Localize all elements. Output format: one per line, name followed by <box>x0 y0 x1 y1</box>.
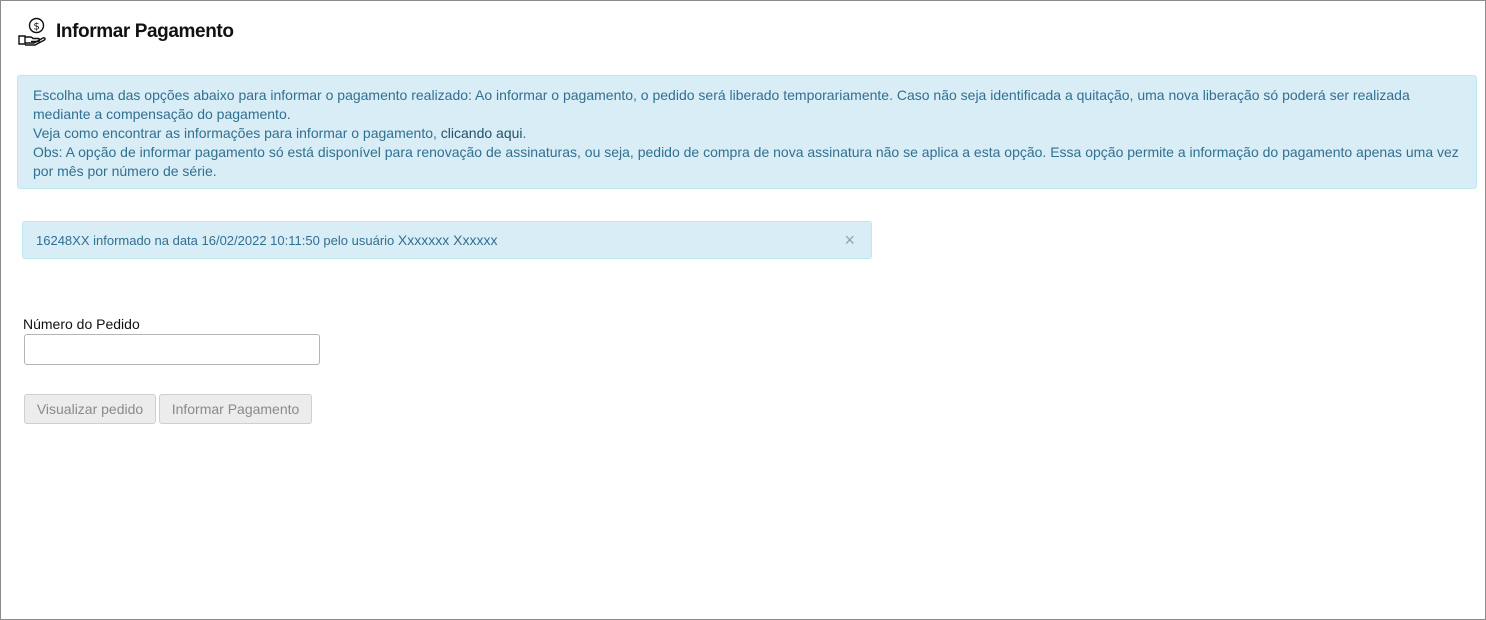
view-order-button[interactable]: Visualizar pedido <box>24 394 156 424</box>
info-text-help: Veja como encontrar as informações para … <box>33 124 1461 143</box>
svg-text:$: $ <box>33 22 39 33</box>
close-icon[interactable]: × <box>844 222 855 258</box>
page-title: Informar Pagamento <box>56 21 234 42</box>
inform-payment-button[interactable]: Informar Pagamento <box>159 394 312 424</box>
order-number-label: Número do Pedido <box>23 316 140 332</box>
payment-notice: 16248XX informado na data 16/02/2022 10:… <box>22 221 872 259</box>
info-text-obs: Obs: A opção de informar pagamento só es… <box>33 144 1459 179</box>
info-text-main: Escolha uma das opções abaixo para infor… <box>33 87 1410 122</box>
page-frame: $ Informar Pagamento Escolha uma das opç… <box>0 0 1486 620</box>
info-help-prefix: Veja como encontrar as informações para … <box>33 125 441 141</box>
hand-coin-icon: $ <box>17 17 47 47</box>
notice-text: 16248XX informado na data 16/02/2022 10:… <box>36 233 398 248</box>
page-header: $ Informar Pagamento <box>17 17 234 47</box>
order-number-input[interactable] <box>24 334 320 365</box>
help-link[interactable]: clicando aqui <box>441 125 523 141</box>
info-alert: Escolha uma das opções abaixo para infor… <box>17 75 1477 189</box>
notice-user: Xxxxxxx Xxxxxx <box>397 232 498 248</box>
info-help-suffix: . <box>522 125 527 141</box>
